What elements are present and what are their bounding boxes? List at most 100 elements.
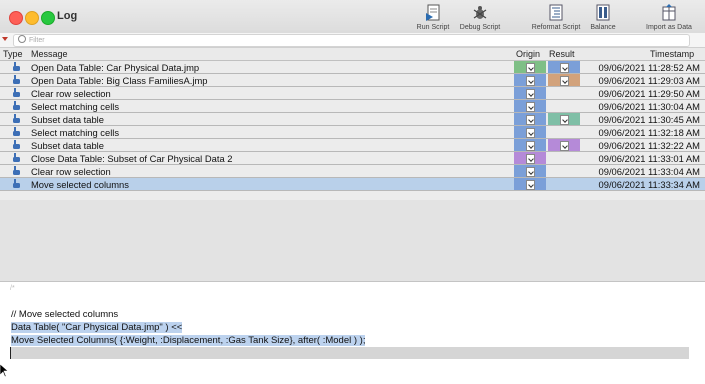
origin-cell[interactable] xyxy=(514,178,546,190)
log-row[interactable]: Move selected columns 09/06/2021 11:33:34… xyxy=(0,178,705,191)
log-message: Clear row selection xyxy=(31,166,111,177)
result-cell[interactable] xyxy=(548,74,580,86)
table-link-icon xyxy=(560,76,569,86)
column-header-message[interactable]: Message xyxy=(31,49,68,59)
hand-pointer-icon xyxy=(13,62,20,71)
hand-pointer-icon xyxy=(13,153,20,162)
table-link-icon xyxy=(526,154,535,164)
hand-pointer-icon xyxy=(13,75,20,84)
reformat-script-button[interactable]: Reformat Script xyxy=(528,4,584,31)
table-link-icon xyxy=(526,167,535,177)
table-link-icon xyxy=(526,180,535,190)
hand-pointer-icon xyxy=(13,179,20,188)
column-header-type[interactable]: Type xyxy=(3,49,23,59)
log-timestamp: 09/06/2021 11:29:50 AM xyxy=(598,88,700,99)
log-row[interactable]: Open Data Table: Car Physical Data.jmp 09… xyxy=(0,61,705,74)
log-timestamp: 09/06/2021 11:32:22 AM xyxy=(598,140,700,151)
hand-pointer-icon xyxy=(13,140,20,149)
origin-cell[interactable] xyxy=(514,74,546,86)
origin-cell[interactable] xyxy=(514,152,546,164)
column-header-origin[interactable]: Origin xyxy=(516,49,540,59)
log-row[interactable]: Subset data table 09/06/2021 11:30:45 AM xyxy=(0,113,705,126)
log-row[interactable]: Clear row selection 09/06/2021 11:33:04 A… xyxy=(0,165,705,178)
result-cell[interactable] xyxy=(548,100,580,112)
import-as-data-button[interactable]: Import as Data xyxy=(640,4,698,31)
log-timestamp: 09/06/2021 11:28:52 AM xyxy=(598,62,700,73)
run-script-label: Run Script xyxy=(416,24,450,31)
debug-script-button[interactable]: Debug Script xyxy=(456,4,504,31)
result-cell[interactable] xyxy=(548,113,580,125)
table-link-icon xyxy=(526,141,535,151)
mouse-pointer-icon xyxy=(0,364,8,378)
log-timestamp: 09/06/2021 11:29:03 AM xyxy=(598,75,700,86)
log-empty-area xyxy=(0,200,705,282)
balance-button[interactable]: Balance xyxy=(588,4,618,31)
origin-cell[interactable] xyxy=(514,100,546,112)
log-row[interactable]: Subset data table 09/06/2021 11:32:22 AM xyxy=(0,139,705,152)
table-link-icon xyxy=(560,115,569,125)
result-cell[interactable] xyxy=(548,165,580,177)
log-message: Subset data table xyxy=(31,114,104,125)
run-script-icon xyxy=(426,4,440,21)
table-link-icon xyxy=(526,128,535,138)
hand-pointer-icon xyxy=(13,166,20,175)
table-link-icon xyxy=(526,76,535,86)
log-message: Close Data Table: Subset of Car Physical… xyxy=(31,153,233,164)
origin-cell[interactable] xyxy=(514,113,546,125)
text-cursor xyxy=(10,347,11,359)
filter-bar: Filter xyxy=(0,33,705,48)
log-timestamp: 09/06/2021 11:33:34 AM xyxy=(598,179,700,190)
minimize-window-button[interactable] xyxy=(25,11,39,25)
import-as-data-label: Import as Data xyxy=(646,24,692,31)
balance-label: Balance xyxy=(590,24,616,31)
hand-pointer-icon xyxy=(13,88,20,97)
log-message: Select matching cells xyxy=(31,127,120,138)
editor-code-line-2[interactable]: Move Selected Columns( {:Weight, :Displa… xyxy=(11,335,366,346)
editor-gutter-icon: /* xyxy=(10,285,15,292)
editor-code-line-1[interactable]: Data Table( "Car Physical Data.jmp" ) << xyxy=(11,322,183,333)
hand-pointer-icon xyxy=(13,101,20,110)
result-cell[interactable] xyxy=(548,126,580,138)
result-cell[interactable] xyxy=(548,139,580,151)
log-timestamp: 09/06/2021 11:32:18 AM xyxy=(598,127,700,138)
balance-icon xyxy=(596,4,610,21)
script-editor[interactable] xyxy=(0,282,705,384)
origin-cell[interactable] xyxy=(514,126,546,138)
column-header-result[interactable]: Result xyxy=(549,49,575,59)
log-message: Move selected columns xyxy=(31,179,129,190)
origin-cell[interactable] xyxy=(514,61,546,73)
table-link-icon xyxy=(526,89,535,99)
result-cell[interactable] xyxy=(548,152,580,164)
log-row[interactable]: Clear row selection 09/06/2021 11:29:50 A… xyxy=(0,87,705,100)
close-window-button[interactable] xyxy=(9,11,23,25)
origin-cell[interactable] xyxy=(514,139,546,151)
result-cell[interactable] xyxy=(548,178,580,190)
table-link-icon xyxy=(560,63,569,73)
editor-comment-line[interactable]: // Move selected columns xyxy=(11,309,118,320)
reformat-script-label: Reformat Script xyxy=(531,24,581,31)
column-header-timestamp[interactable]: Timestamp xyxy=(650,49,694,59)
filter-input[interactable]: Filter xyxy=(13,34,690,47)
result-cell[interactable] xyxy=(548,61,580,73)
table-link-icon xyxy=(526,63,535,73)
zoom-window-button[interactable] xyxy=(41,11,55,25)
log-timestamp: 09/06/2021 11:33:01 AM xyxy=(598,153,700,164)
origin-cell[interactable] xyxy=(514,165,546,177)
reformat-script-icon xyxy=(549,4,563,21)
log-row[interactable]: Close Data Table: Subset of Car Physical… xyxy=(0,152,705,165)
log-timestamp: 09/06/2021 11:30:04 AM xyxy=(598,101,700,112)
red-triangle-menu-icon[interactable] xyxy=(2,37,8,41)
filter-placeholder: Filter xyxy=(29,37,45,44)
log-message: Open Data Table: Car Physical Data.jmp xyxy=(31,62,200,73)
hand-pointer-icon xyxy=(13,127,20,136)
import-as-data-icon xyxy=(662,4,676,21)
log-row[interactable]: Open Data Table: Big Class FamiliesA.jmp… xyxy=(0,74,705,87)
origin-cell[interactable] xyxy=(514,87,546,99)
result-cell[interactable] xyxy=(548,87,580,99)
log-row[interactable]: Select matching cells 09/06/2021 11:32:18… xyxy=(0,126,705,139)
table-link-icon xyxy=(560,141,569,151)
log-message: Subset data table xyxy=(31,140,104,151)
run-script-button[interactable]: Run Script xyxy=(414,4,452,31)
log-row[interactable]: Select matching cells 09/06/2021 11:30:04… xyxy=(0,100,705,113)
debug-script-label: Debug Script xyxy=(459,24,501,31)
